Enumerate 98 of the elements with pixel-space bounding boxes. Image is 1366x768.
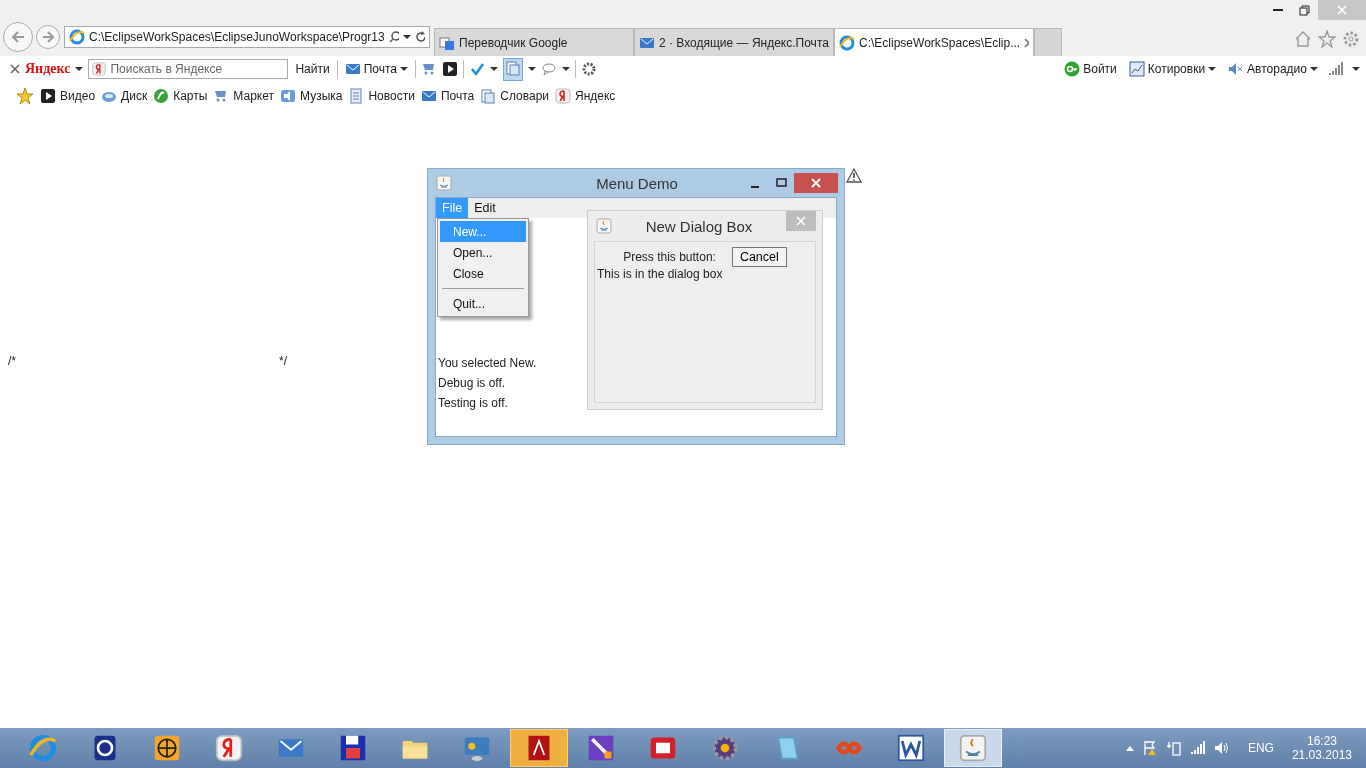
warning-icon bbox=[846, 168, 862, 183]
restore-icon bbox=[1299, 4, 1310, 16]
star-icon[interactable] bbox=[1318, 30, 1336, 48]
bookmark-link[interactable]: Карты bbox=[153, 88, 208, 104]
bookmark-link[interactable]: Почта bbox=[420, 88, 475, 104]
search-icon bbox=[388, 31, 399, 43]
yandex-icon bbox=[92, 62, 107, 76]
caret-icon[interactable] bbox=[1352, 67, 1360, 71]
translate-button[interactable] bbox=[503, 57, 523, 81]
menu-item[interactable]: Quit... bbox=[440, 293, 526, 314]
bookmark-icon bbox=[153, 88, 170, 104]
close-button[interactable] bbox=[794, 173, 838, 193]
yandex-logo[interactable]: Яндекс bbox=[25, 61, 71, 77]
clock[interactable]: 16:23 21.03.2013 bbox=[1291, 734, 1352, 762]
bookmark-icon bbox=[348, 88, 365, 104]
signal-icon[interactable] bbox=[1328, 61, 1344, 77]
bookmark-icon bbox=[555, 88, 571, 104]
key-icon bbox=[1064, 61, 1081, 77]
mail-icon bbox=[344, 61, 361, 77]
home-icon[interactable] bbox=[1294, 30, 1312, 48]
speech-bubble-icon[interactable] bbox=[541, 61, 557, 77]
menu[interactable]: Edit bbox=[468, 198, 502, 218]
forward-arrow-icon bbox=[41, 30, 55, 44]
browser-page-icon bbox=[69, 29, 85, 45]
taskbar-app-button[interactable] bbox=[510, 729, 568, 767]
battery-icon[interactable] bbox=[1165, 740, 1182, 756]
java-icon bbox=[596, 218, 612, 234]
shopping-icon bbox=[421, 61, 437, 77]
browser-tab[interactable]: C:\EclipseWorkSpaces\Eclip... bbox=[834, 28, 1034, 56]
app-icon bbox=[339, 734, 367, 762]
caret-icon bbox=[402, 35, 411, 39]
caret-icon[interactable] bbox=[528, 67, 536, 71]
forward-button[interactable] bbox=[36, 25, 60, 49]
bookmark-icon bbox=[40, 88, 56, 104]
bookmark-link[interactable]: Словари bbox=[480, 88, 549, 104]
browser-tab[interactable]: Переводчик Google bbox=[434, 28, 634, 56]
tab-icon bbox=[439, 34, 455, 51]
spellcheck-icon[interactable] bbox=[469, 61, 485, 77]
status-text: Debug is off. bbox=[438, 376, 507, 390]
back-arrow-icon bbox=[10, 29, 26, 45]
bookmark-icon bbox=[480, 88, 497, 104]
comment-text: */ bbox=[279, 354, 287, 368]
back-button[interactable] bbox=[3, 22, 33, 52]
dialog-title: New Dialog Box bbox=[644, 217, 754, 235]
close-button[interactable] bbox=[786, 211, 816, 231]
flag-icon[interactable] bbox=[1141, 740, 1158, 756]
app-icon bbox=[587, 734, 615, 762]
app-icon bbox=[959, 734, 987, 762]
favorites-star-icon[interactable] bbox=[16, 87, 34, 105]
search-field[interactable]: Поискать в Яндексе bbox=[88, 59, 289, 79]
radio-button[interactable]: Авторадио bbox=[1226, 61, 1320, 77]
java-icon bbox=[436, 175, 452, 191]
mail-button[interactable]: Почта bbox=[342, 61, 410, 77]
browser-tab[interactable]: 2 · Входящие — Яндекс.Почта bbox=[634, 28, 834, 56]
comment-text: /* bbox=[8, 354, 16, 368]
cancel-button[interactable]: Cancel bbox=[731, 247, 787, 267]
bookmark-link[interactable]: Видео bbox=[40, 88, 96, 104]
bookmark-link[interactable]: Маркет bbox=[213, 88, 274, 104]
status-text: You selected New. bbox=[438, 356, 538, 370]
new-tab-button[interactable] bbox=[1034, 28, 1062, 57]
settings-icon[interactable] bbox=[581, 61, 597, 77]
bookmark-link[interactable]: Яндекс bbox=[555, 88, 616, 104]
app-icon bbox=[711, 734, 739, 762]
menu-item[interactable]: Close bbox=[440, 263, 526, 284]
search-button[interactable]: Найти bbox=[293, 62, 332, 76]
address-bar[interactable]: C:\EclipseWorkSpaces\EclipseJunoWorkspace\Progr13 bbox=[64, 26, 430, 48]
dialog-text: This is in the dialog box bbox=[597, 267, 724, 281]
maximize-icon bbox=[775, 178, 787, 188]
app-icon bbox=[153, 734, 181, 762]
caret-icon[interactable] bbox=[490, 67, 498, 71]
prompt-label: Press this button: bbox=[623, 250, 716, 264]
app-icon bbox=[215, 734, 243, 762]
chart-icon bbox=[1128, 61, 1145, 77]
status-text: Testing is off. bbox=[438, 396, 509, 410]
minimize-icon bbox=[1272, 9, 1283, 11]
caret-icon bbox=[1310, 67, 1318, 71]
translate-icon bbox=[505, 59, 521, 76]
bookmark-link[interactable]: Новости bbox=[348, 88, 415, 104]
video-icon bbox=[442, 61, 458, 77]
bookmark-icon bbox=[280, 88, 296, 104]
caret-icon[interactable] bbox=[562, 67, 570, 71]
address-text: C:\EclipseWorkSpaces\EclipseJunoWorkspace\Progr13 bbox=[89, 30, 385, 44]
refresh-icon bbox=[414, 31, 425, 43]
caret-icon bbox=[1208, 67, 1217, 71]
app-icon bbox=[897, 734, 925, 762]
login-button[interactable]: Войти bbox=[1062, 61, 1119, 77]
quotes-button[interactable]: Котировки bbox=[1126, 61, 1219, 77]
bookmark-link[interactable]: Музыка bbox=[280, 88, 343, 104]
app-icon bbox=[29, 734, 57, 762]
bookmark-link[interactable]: Диск bbox=[101, 88, 148, 104]
tab-icon bbox=[839, 34, 855, 51]
window-title: Menu Demo bbox=[595, 174, 679, 192]
menu-item[interactable]: Open... bbox=[440, 242, 526, 263]
bookmark-icon bbox=[420, 88, 437, 104]
volume-icon[interactable] bbox=[1213, 740, 1230, 756]
caret-icon[interactable] bbox=[75, 67, 84, 71]
minimize-icon bbox=[751, 186, 759, 188]
caret-icon bbox=[400, 67, 408, 71]
